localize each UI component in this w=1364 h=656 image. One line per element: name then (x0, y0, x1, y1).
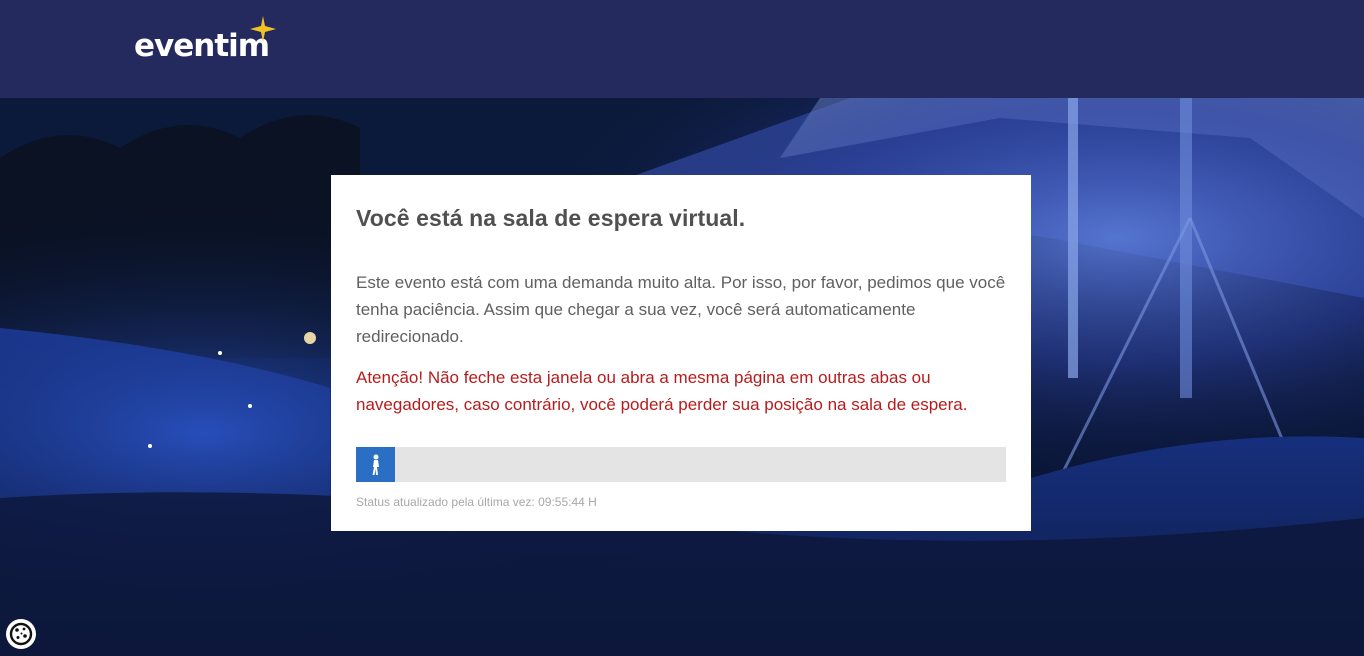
status-timestamp: Status atualizado pela última vez: 09:55… (356, 495, 597, 509)
logo-star-icon (250, 16, 276, 42)
walking-person-icon (372, 454, 379, 475)
waiting-room-title: Você está na sala de espera virtual. (356, 205, 746, 231)
queue-progress-fill (356, 447, 395, 482)
waiting-room-description: Este evento está com uma demanda muito a… (356, 273, 1006, 346)
waiting-room-warning: Atenção! Não feche esta janela ou abra a… (356, 368, 968, 414)
site-header: eventim (0, 0, 1364, 98)
cookie-settings-button[interactable] (6, 619, 36, 649)
waiting-room-card: Você está na sala de espera virtual. Est… (331, 175, 1031, 531)
eventim-logo[interactable]: eventim (134, 26, 270, 66)
queue-progress-bar (356, 447, 1006, 482)
cookie-icon (9, 622, 33, 646)
